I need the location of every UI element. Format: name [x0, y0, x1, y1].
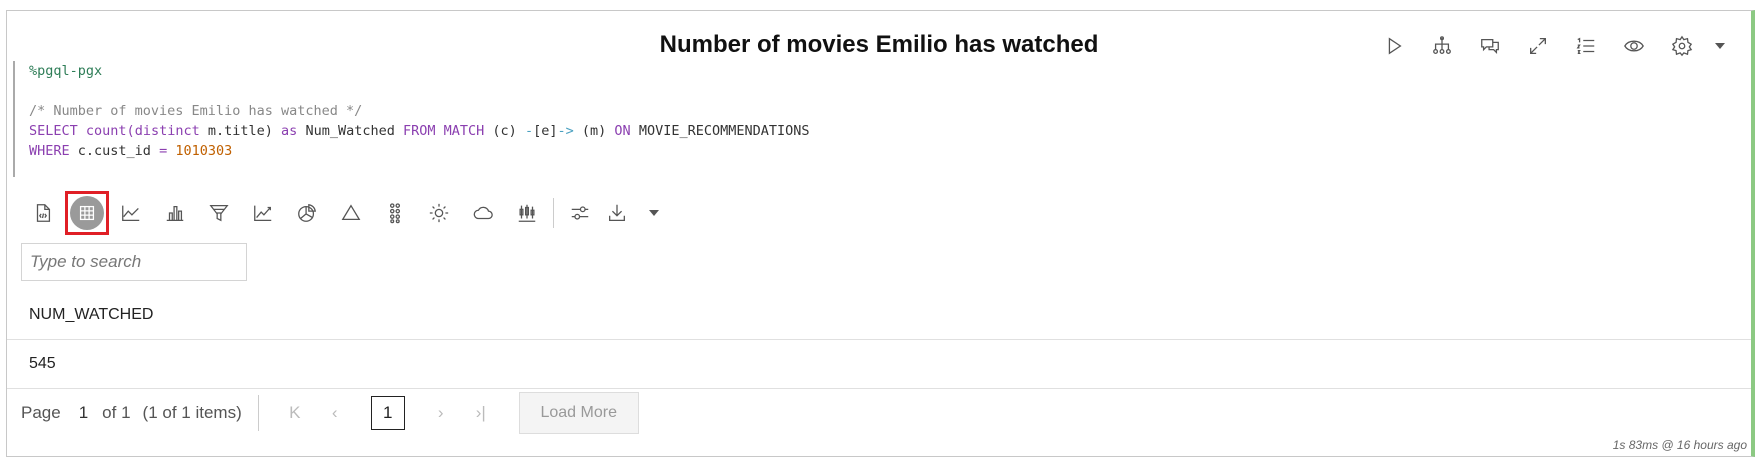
code-editor[interactable]: %pgql-pgx /* Number of movies Emilio has…	[13, 61, 1113, 177]
comments-icon[interactable]	[1473, 31, 1507, 61]
first-page-icon[interactable]: K	[275, 403, 315, 423]
code-line-interpreter: %pgql-pgx	[29, 63, 103, 79]
fn-count: count(distinct	[85, 123, 200, 139]
kw-from: FROM	[402, 123, 436, 139]
load-more-button[interactable]: Load More	[518, 392, 639, 434]
numbered-list-icon[interactable]	[1569, 31, 1603, 61]
edge-arrow: ->	[557, 123, 574, 139]
code-line-where: WHERE c.cust_id = 1010303	[29, 141, 1113, 161]
next-page-icon[interactable]: ›	[421, 403, 461, 423]
column-header[interactable]: NUM_WATCHED	[7, 291, 1751, 340]
notebook-paragraph: Number of movies Emilio has watched %pgq…	[6, 10, 1755, 457]
pattern-source: (c)	[492, 123, 517, 139]
pagination: Page 1 of 1 (1 of 1 items) K ‹ 1 › ›| Lo…	[21, 392, 639, 434]
kw-select: SELECT	[29, 123, 78, 139]
kw-where: WHERE	[29, 143, 70, 159]
line-chart-icon[interactable]	[241, 195, 285, 231]
sunburst-icon[interactable]	[417, 195, 461, 231]
page-number-input[interactable]: 1	[370, 396, 405, 430]
boxplot-icon[interactable]	[505, 195, 549, 231]
table-icon-highlight	[70, 196, 104, 230]
code-line-select: SELECT count(distinct m.title) as Num_Wa…	[29, 121, 1113, 141]
funnel-chart-icon[interactable]	[197, 195, 241, 231]
pager-divider	[257, 395, 259, 431]
kw-on: ON	[614, 123, 631, 139]
last-page-icon[interactable]: ›|	[461, 403, 501, 423]
pie-chart-icon[interactable]	[285, 195, 329, 231]
kw-as: as	[281, 123, 298, 139]
code-line-comment: /* Number of movies Emilio has watched *…	[29, 103, 363, 119]
scatter-icon[interactable]	[373, 195, 417, 231]
alias: Num_Watched	[305, 123, 395, 139]
where-field: c.cust_id	[77, 143, 151, 159]
where-op: =	[159, 143, 168, 159]
kw-match: MATCH	[443, 123, 485, 139]
page-label: Page	[21, 403, 61, 422]
run-icon[interactable]	[1377, 31, 1411, 61]
chevron-down-icon[interactable]	[632, 195, 676, 231]
prev-page-icon[interactable]: ‹	[315, 403, 355, 423]
pattern-target: (m)	[581, 123, 607, 139]
result-table: NUM_WATCHED 545	[7, 291, 1751, 389]
eye-icon[interactable]	[1617, 31, 1651, 61]
current-page: 1	[78, 403, 89, 422]
search-input[interactable]	[21, 243, 247, 281]
table-icon[interactable]	[65, 191, 109, 235]
visualization-toolbar	[21, 191, 676, 235]
table-cell: 545	[7, 340, 1751, 389]
edge-var: [e]	[533, 123, 558, 139]
download-icon[interactable]	[602, 195, 632, 231]
items-count: (1 of 1 items)	[142, 403, 242, 422]
edge-dash: -	[524, 123, 534, 139]
where-value: 1010303	[175, 143, 233, 159]
execution-time: 1s 83ms @ 16 hours ago	[1612, 438, 1747, 452]
bar-chart-icon[interactable]	[153, 195, 197, 231]
graph-name: MOVIE_RECOMMENDATIONS	[638, 123, 810, 139]
gear-icon[interactable]	[1665, 31, 1699, 61]
paragraph-toolbar	[1377, 31, 1727, 61]
code-file-icon[interactable]	[21, 195, 65, 231]
pyramid-icon[interactable]	[329, 195, 373, 231]
hierarchy-icon[interactable]	[1425, 31, 1459, 61]
count-arg: m.title)	[207, 123, 273, 139]
cloud-icon[interactable]	[461, 195, 505, 231]
expand-icon[interactable]	[1521, 31, 1555, 61]
area-chart-icon[interactable]	[109, 195, 153, 231]
chevron-down-icon[interactable]	[1713, 31, 1727, 61]
settings-sliders-icon[interactable]	[558, 195, 602, 231]
toolbar-divider	[553, 198, 554, 228]
page-of-label: of 1	[102, 403, 131, 422]
